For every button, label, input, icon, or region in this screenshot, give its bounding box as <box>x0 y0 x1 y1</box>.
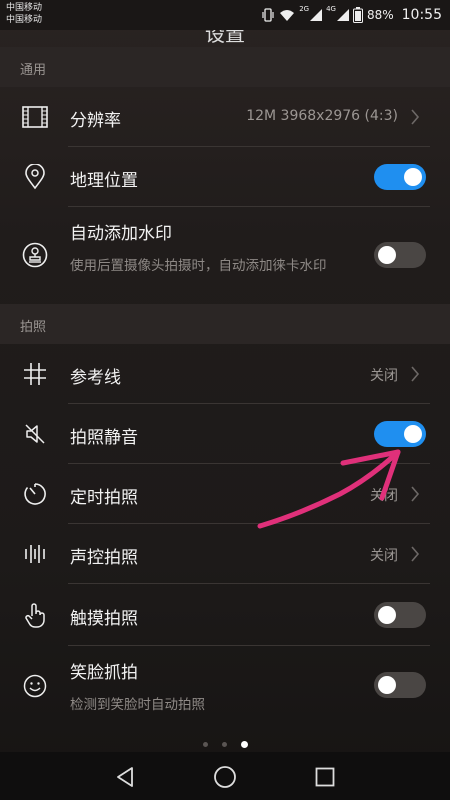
vibrate-icon <box>261 8 275 22</box>
setting-label: 分辨率 <box>70 111 121 131</box>
carrier-sim2: 中国移动 <box>6 15 43 25</box>
sound-bars-icon <box>20 539 50 569</box>
setting-description: 使用后置摄像头拍摄时，自动添加徕卡水印 <box>70 258 327 274</box>
setting-touch-capture[interactable]: 触摸拍照 <box>0 584 450 646</box>
clock: 10:55 <box>401 7 442 23</box>
setting-label: 笑脸抓拍 <box>70 663 138 683</box>
home-circle-icon[interactable] <box>213 765 237 789</box>
toggle-knob <box>378 606 396 624</box>
stamp-icon <box>20 240 50 270</box>
chevron-right-icon <box>411 546 420 562</box>
wifi-icon <box>279 9 295 22</box>
setting-resolution[interactable]: 分辨率 12M 3968x2976 (4:3) <box>0 87 450 147</box>
touch-capture-toggle[interactable] <box>374 602 426 628</box>
carrier-labels: 中国移动 中国移动 <box>6 2 42 26</box>
watermark-toggle[interactable] <box>374 242 426 268</box>
shutter-mute-toggle[interactable] <box>374 421 426 447</box>
setting-label: 地理位置 <box>70 171 138 191</box>
setting-label: 自动添加水印 <box>70 224 172 244</box>
setting-label: 声控拍照 <box>70 548 138 568</box>
setting-value: 12M 3968x2976 (4:3) <box>246 108 398 124</box>
timer-icon <box>20 479 50 509</box>
page-indicator <box>0 741 450 752</box>
carrier-sim1: 中国移动 <box>6 3 43 13</box>
setting-description: 检测到笑脸时自动拍照 <box>70 697 205 713</box>
toggle-knob <box>378 676 396 694</box>
setting-watermark[interactable]: 自动添加水印 使用后置摄像头拍摄时，自动添加徕卡水印 <box>0 207 450 303</box>
title-bar: 设置 <box>0 30 450 46</box>
camera-settings-screen: 中国移动 中国移动 2G 4G 88% 10:55 设置 通用 分辨率 12M … <box>0 0 450 800</box>
toggle-knob <box>378 246 396 264</box>
setting-smile-capture[interactable]: 笑脸抓拍 检测到笑脸时自动拍照 <box>0 646 450 726</box>
setting-value: 关闭 <box>370 548 398 564</box>
setting-timer[interactable]: 定时拍照 关闭 <box>0 464 450 524</box>
network-type-sim2: 4G <box>326 5 336 13</box>
battery-percent: 88% <box>366 8 394 22</box>
setting-value: 关闭 <box>370 368 398 384</box>
setting-label: 拍照静音 <box>70 428 138 448</box>
chevron-right-icon <box>411 109 420 125</box>
chevron-right-icon <box>411 366 420 382</box>
film-frame-icon <box>20 102 50 132</box>
page-dot <box>202 742 208 747</box>
smile-capture-toggle[interactable] <box>374 672 426 698</box>
navigation-bar <box>0 752 450 800</box>
setting-label: 参考线 <box>70 368 121 388</box>
back-triangle-icon[interactable] <box>113 765 137 789</box>
signal-sim2-icon <box>336 9 349 21</box>
battery-icon <box>352 7 363 23</box>
page-dot <box>221 742 227 747</box>
setting-label: 定时拍照 <box>70 488 138 508</box>
location-pin-icon <box>20 162 50 192</box>
setting-location[interactable]: 地理位置 <box>0 147 450 207</box>
toggle-knob <box>404 425 422 443</box>
toggle-knob <box>404 168 422 186</box>
setting-gridlines[interactable]: 参考线 关闭 <box>0 344 450 404</box>
setting-voice-capture[interactable]: 声控拍照 关闭 <box>0 524 450 584</box>
setting-value: 关闭 <box>370 488 398 504</box>
location-toggle[interactable] <box>374 164 426 190</box>
smile-icon <box>20 671 50 701</box>
grid-icon <box>20 359 50 389</box>
status-bar: 中国移动 中国移动 2G 4G 88% 10:55 <box>0 0 450 30</box>
setting-label: 触摸拍照 <box>70 609 138 629</box>
status-icons: 2G 4G 88% 10:55 <box>261 5 442 25</box>
page-title: 设置 <box>205 30 245 46</box>
chevron-right-icon <box>411 486 420 502</box>
section-header-capture: 拍照 <box>0 304 450 344</box>
signal-sim1-icon <box>310 9 323 21</box>
section-header-general: 通用 <box>0 47 450 87</box>
network-type-sim1: 2G <box>299 5 310 13</box>
recents-square-icon[interactable] <box>313 765 337 789</box>
section-title: 通用 <box>20 63 47 78</box>
page-dot-active <box>240 741 248 748</box>
setting-shutter-mute[interactable]: 拍照静音 <box>0 404 450 464</box>
speaker-mute-icon <box>20 419 50 449</box>
section-title: 拍照 <box>20 320 47 335</box>
touch-hand-icon <box>20 600 50 630</box>
